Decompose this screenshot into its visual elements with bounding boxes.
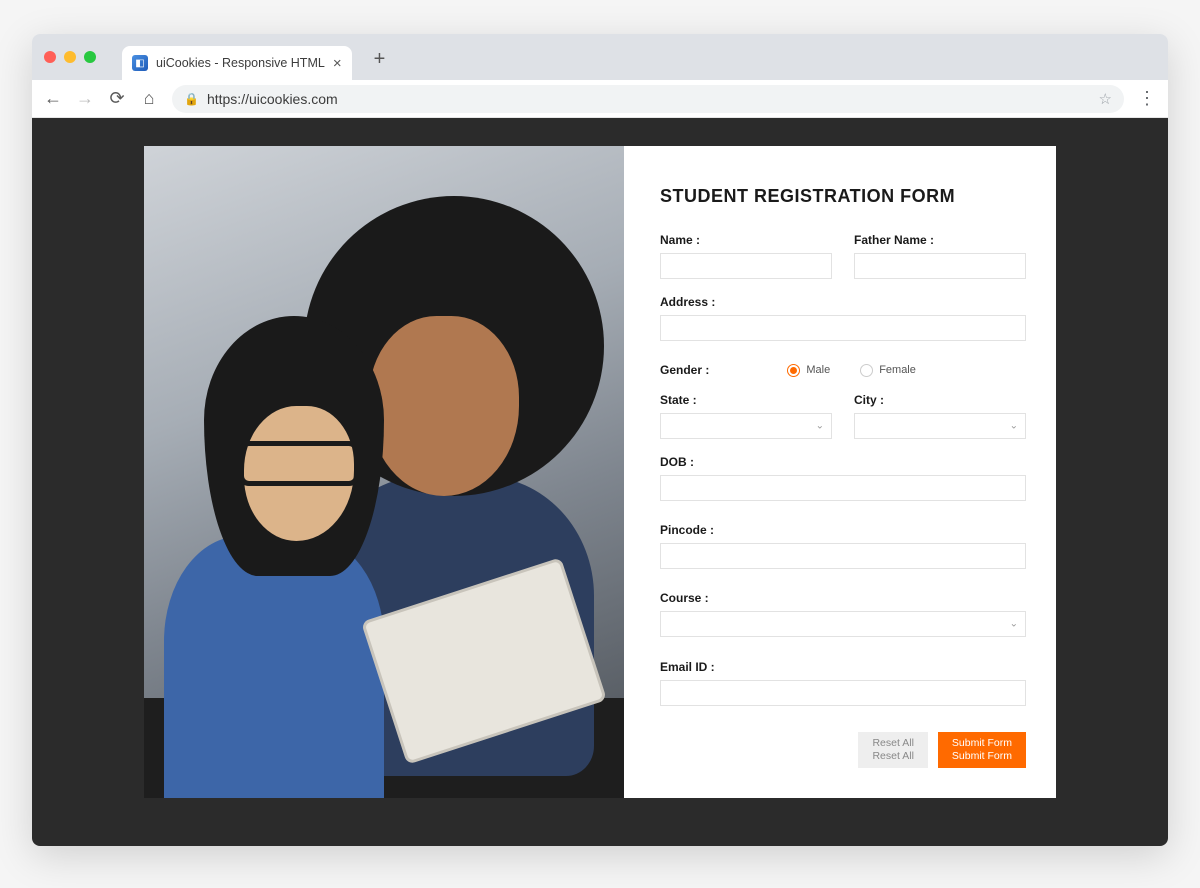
form-panel: STUDENT REGISTRATION FORM Name : Father … (624, 146, 1056, 798)
lock-icon: 🔒 (184, 92, 199, 106)
favicon-icon: ◧ (132, 55, 148, 71)
hero-image (144, 146, 624, 798)
email-input[interactable] (660, 680, 1026, 706)
dob-label: DOB : (660, 455, 1026, 469)
state-label: State : (660, 393, 832, 407)
course-select[interactable] (660, 611, 1026, 637)
city-select[interactable] (854, 413, 1026, 439)
radio-dot-icon (787, 364, 800, 377)
father-name-label: Father Name : (854, 233, 1026, 247)
gender-female-label: Female (879, 364, 916, 376)
tab-title: uiCookies - Responsive HTML (156, 56, 325, 70)
address-bar[interactable]: 🔒 https://uicookies.com ☆ (172, 85, 1124, 113)
dob-input[interactable] (660, 475, 1026, 501)
name-label: Name : (660, 233, 832, 247)
address-label: Address : (660, 295, 1026, 309)
close-tab-icon[interactable]: × (333, 55, 342, 72)
form-title: STUDENT REGISTRATION FORM (660, 186, 1026, 207)
gender-male-label: Male (806, 364, 830, 376)
tab-strip: ◧ uiCookies - Responsive HTML × + (32, 34, 1168, 80)
course-label: Course : (660, 591, 1026, 605)
maximize-window-button[interactable] (84, 51, 96, 63)
new-tab-button[interactable]: + (374, 48, 386, 71)
registration-card: STUDENT REGISTRATION FORM Name : Father … (144, 146, 1056, 798)
reset-button[interactable]: Reset All Reset All (858, 732, 927, 768)
browser-window: ◧ uiCookies - Responsive HTML × + ← → ⟳ … (32, 34, 1168, 846)
pincode-label: Pincode : (660, 523, 1026, 537)
minimize-window-button[interactable] (64, 51, 76, 63)
father-name-input[interactable] (854, 253, 1026, 279)
submit-button[interactable]: Submit Form Submit Form (938, 732, 1026, 768)
pincode-input[interactable] (660, 543, 1026, 569)
window-controls (44, 51, 96, 63)
menu-kebab-icon[interactable]: ⋮ (1138, 88, 1156, 109)
address-input[interactable] (660, 315, 1026, 341)
radio-dot-icon (860, 364, 873, 377)
gender-male-radio[interactable]: Male (787, 364, 830, 377)
close-window-button[interactable] (44, 51, 56, 63)
gender-female-radio[interactable]: Female (860, 364, 916, 377)
toolbar: ← → ⟳ ⌂ 🔒 https://uicookies.com ☆ ⋮ (32, 80, 1168, 118)
city-label: City : (854, 393, 1026, 407)
home-button[interactable]: ⌂ (140, 88, 158, 109)
state-select[interactable] (660, 413, 832, 439)
forward-button[interactable]: → (76, 88, 94, 109)
gender-label: Gender : (660, 363, 709, 377)
name-input[interactable] (660, 253, 832, 279)
bookmark-star-icon[interactable]: ☆ (1099, 90, 1112, 108)
page-content: STUDENT REGISTRATION FORM Name : Father … (32, 118, 1168, 846)
email-label: Email ID : (660, 660, 1026, 674)
reload-button[interactable]: ⟳ (108, 88, 126, 109)
back-button[interactable]: ← (44, 88, 62, 109)
browser-tab[interactable]: ◧ uiCookies - Responsive HTML × (122, 46, 352, 80)
url-text: https://uicookies.com (207, 91, 338, 107)
